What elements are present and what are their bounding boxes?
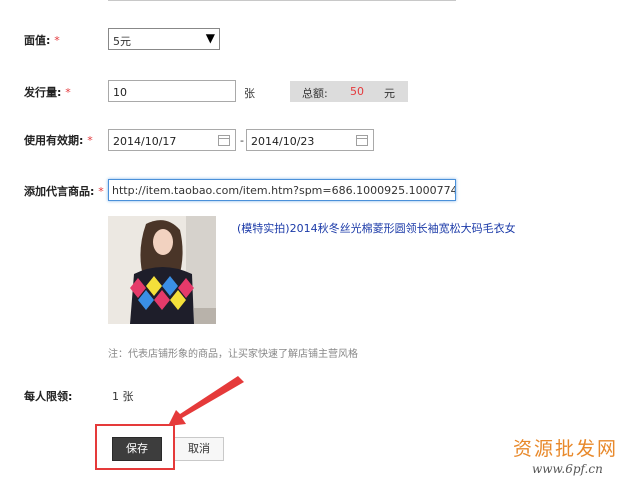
product-title-link[interactable]: (模特实拍)2014秋冬丝光棉菱形圆领长袖宽松大码毛衣女: [237, 220, 516, 236]
quantity-input[interactable]: 10: [108, 80, 236, 102]
denomination-label: 面值: *: [24, 34, 60, 47]
total-value: 50: [350, 85, 364, 98]
total-unit: 元: [384, 87, 395, 100]
quantity-label: 发行量: *: [24, 86, 71, 99]
denomination-selected-value: 5元: [113, 35, 131, 48]
product-image[interactable]: [108, 216, 216, 324]
quantity-unit: 张: [244, 87, 255, 100]
calendar-icon[interactable]: [356, 135, 368, 146]
limit-value: 1 张: [112, 390, 134, 403]
limit-label: 每人限领:: [24, 390, 73, 403]
end-date-input[interactable]: 2014/10/23: [246, 129, 374, 151]
watermark-url: www.6pf.cn: [532, 462, 603, 476]
calendar-icon[interactable]: [218, 135, 230, 146]
product-label: 添加代言商品: *: [24, 185, 104, 198]
date-separator: -: [240, 134, 244, 147]
red-pointer-arrow: [168, 376, 244, 426]
total-box: 总额: 50 元: [290, 81, 408, 102]
validity-label: 使用有效期: *: [24, 134, 93, 147]
product-note: 注：代表店铺形象的商品，让买家快速了解店铺主营风格: [108, 349, 358, 360]
top-divider: [108, 0, 456, 1]
triangle-down-icon: ▼: [205, 31, 215, 45]
total-label: 总额:: [302, 87, 328, 100]
denomination-select[interactable]: 5元 ▼: [108, 28, 220, 50]
product-url-input[interactable]: http://item.taobao.com/item.htm?spm=686.…: [108, 179, 456, 201]
watermark-brand: 资源批发网: [513, 438, 619, 460]
cancel-button[interactable]: 取消: [174, 437, 224, 461]
start-date-input[interactable]: 2014/10/17: [108, 129, 236, 151]
